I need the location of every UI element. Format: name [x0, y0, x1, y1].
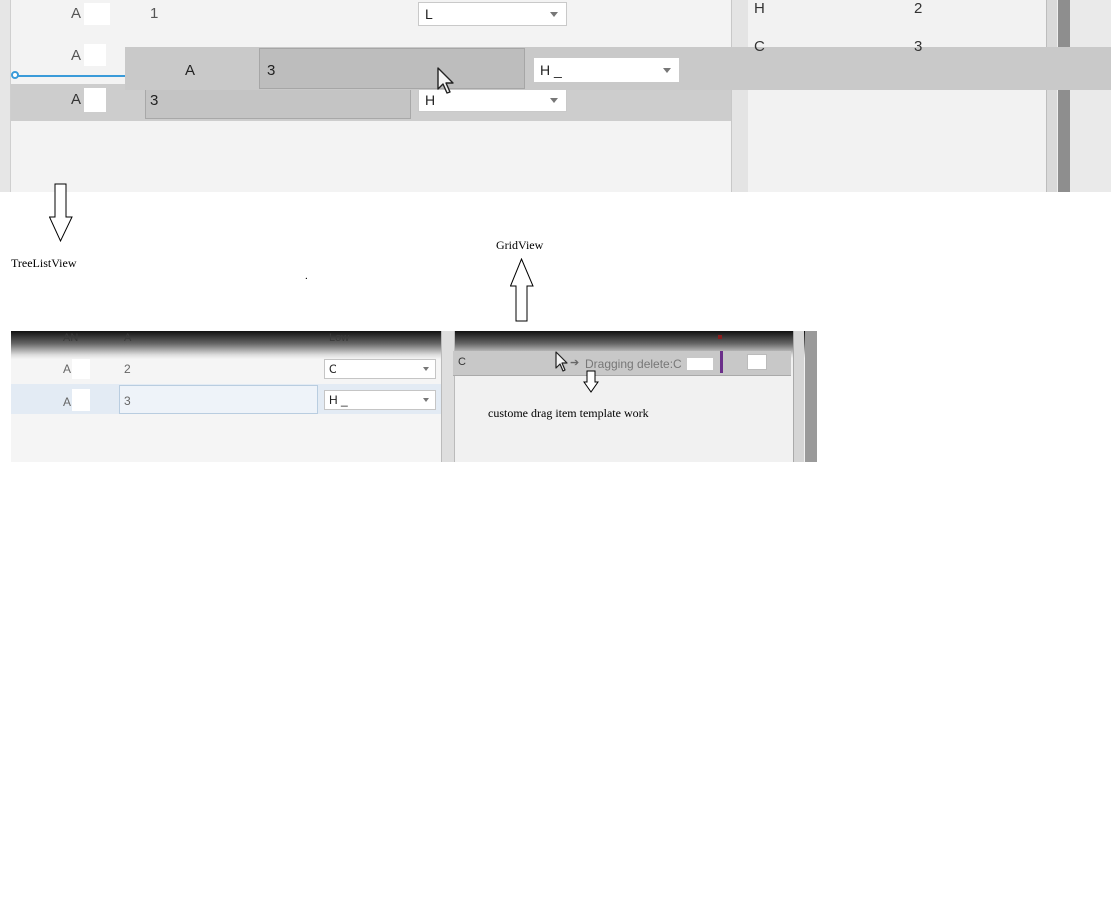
b-row1-number[interactable]: 2: [124, 362, 131, 376]
cursor-icon: [437, 67, 454, 94]
left-border: [0, 0, 11, 192]
row1-name-cell[interactable]: A: [71, 5, 81, 22]
b-row2-combo[interactable]: H _: [324, 390, 436, 410]
dragged-number-value: 3: [267, 62, 276, 79]
grid-row1-name[interactable]: H: [754, 0, 765, 17]
redaction: [434, 6, 468, 22]
redaction: [84, 44, 106, 66]
bottom-scrollbar[interactable]: [793, 331, 804, 462]
row3-name-cell[interactable]: A: [71, 91, 81, 108]
redaction: [336, 362, 374, 376]
checkbox[interactable]: [747, 354, 767, 370]
grid-row2-value[interactable]: 3: [914, 38, 922, 55]
b-row1-name[interactable]: A: [63, 362, 71, 376]
row1-number-cell[interactable]: 1: [150, 5, 158, 22]
grid-row2-name[interactable]: C: [754, 38, 765, 55]
dropdown-arrow-icon: [663, 68, 671, 73]
arrow-up-icon: [510, 258, 534, 322]
header-col3[interactable]: Low: [329, 332, 349, 344]
b-row2-name[interactable]: A: [63, 395, 71, 409]
window-background: [1070, 0, 1111, 192]
redaction: [72, 389, 90, 411]
b-row2-combo-value: H _: [329, 393, 348, 407]
header-col1[interactable]: AN: [63, 332, 78, 344]
drag-hint-text: Dragging delete:C: [585, 357, 682, 371]
gridview-panel: [748, 0, 1048, 192]
dropdown-arrow-icon[interactable]: [423, 367, 429, 371]
vertical-scrollbar[interactable]: [1046, 0, 1057, 192]
b-row2-number-cell[interactable]: 3: [119, 385, 318, 414]
redaction: [196, 58, 202, 82]
row3-number-cell[interactable]: 3: [145, 86, 411, 119]
row1-combo-value: L: [425, 6, 433, 22]
gridview-screenshot: AN A Low A 2 C A 3 H _ C ➔ Dragging dele…: [11, 331, 817, 462]
panel-splitter[interactable]: [731, 0, 749, 192]
window-border: [1058, 0, 1070, 192]
redaction: [766, 0, 796, 18]
dragged-name-cell: A: [185, 62, 196, 79]
custom-template-note: custome drag item template work: [488, 406, 649, 420]
header-col2[interactable]: A: [124, 332, 131, 344]
grid-drag-row-name: C: [458, 356, 466, 368]
gridview-label: GridView: [496, 238, 544, 252]
drag-marker: [720, 351, 723, 373]
redaction: [766, 36, 808, 47]
dropdown-arrow-icon[interactable]: [550, 12, 558, 17]
row3-number-value: 3: [150, 92, 159, 109]
dropdown-arrow-icon[interactable]: [423, 398, 429, 402]
bottom-window-border: [805, 331, 817, 462]
stray-dot: .: [305, 270, 308, 282]
grid-row1-value[interactable]: 2: [914, 0, 922, 17]
dragged-combo-value: H _: [540, 62, 562, 78]
redaction: [84, 3, 110, 25]
dragged-number-cell: 3: [259, 48, 525, 89]
treelistview-screenshot: A 1 L A A 3 H A 3 H _ H 2 C 3: [0, 0, 1111, 192]
row3-combo-value: H: [425, 92, 436, 108]
dragged-combo: H _: [533, 57, 680, 83]
redaction: [84, 88, 106, 112]
arrow-right-icon: ➔: [570, 357, 580, 369]
row2-name-cell[interactable]: A: [71, 47, 81, 64]
redaction: [72, 359, 90, 379]
redaction: [687, 358, 713, 370]
dropdown-arrow-icon[interactable]: [550, 98, 558, 103]
drop-indicator-dot: [11, 71, 19, 79]
arrow-down-icon: [583, 370, 599, 393]
cursor-icon: [555, 351, 568, 372]
treelistview-label: TreeListView: [11, 256, 77, 270]
header-marker: [718, 335, 722, 339]
b-row2-number-value: 3: [124, 394, 131, 408]
drop-indicator-icon: [16, 75, 128, 77]
arrow-down-icon: [49, 183, 73, 243]
